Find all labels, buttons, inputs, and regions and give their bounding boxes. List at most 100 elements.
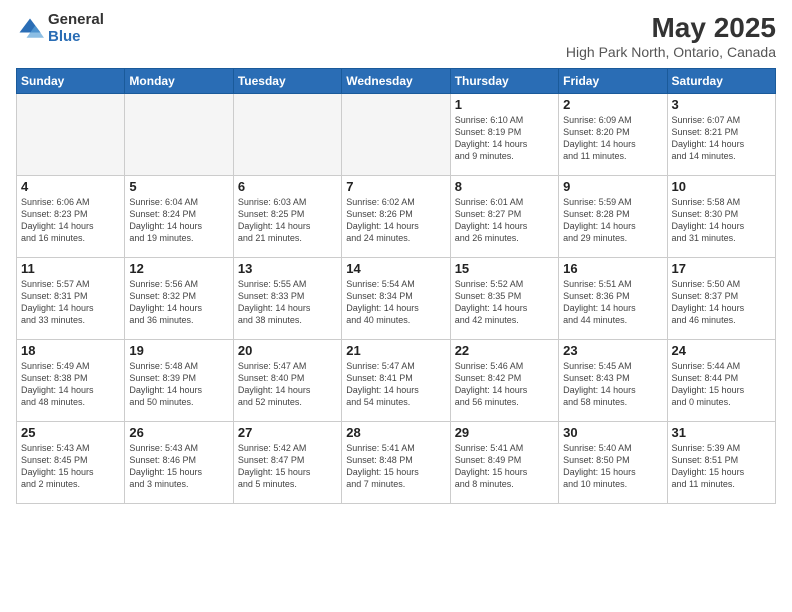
day-info: Sunrise: 5:52 AM Sunset: 8:35 PM Dayligh… — [455, 278, 554, 327]
table-row: 18 Sunrise: 5:49 AM Sunset: 8:38 PM Dayli… — [17, 340, 125, 422]
table-row: 16 Sunrise: 5:51 AM Sunset: 8:36 PM Dayli… — [559, 258, 667, 340]
logo-icon — [16, 15, 44, 43]
day-info: Sunrise: 5:48 AM Sunset: 8:39 PM Dayligh… — [129, 360, 228, 409]
table-row: 5 Sunrise: 6:04 AM Sunset: 8:24 PM Daylig… — [125, 176, 233, 258]
table-row — [125, 94, 233, 176]
day-number: 8 — [455, 179, 554, 194]
day-info: Sunrise: 6:04 AM Sunset: 8:24 PM Dayligh… — [129, 196, 228, 245]
day-number: 7 — [346, 179, 445, 194]
calendar-row: 25 Sunrise: 5:43 AM Sunset: 8:45 PM Dayli… — [17, 422, 776, 504]
table-row: 19 Sunrise: 5:48 AM Sunset: 8:39 PM Dayli… — [125, 340, 233, 422]
day-number: 21 — [346, 343, 445, 358]
day-number: 25 — [21, 425, 120, 440]
day-info: Sunrise: 6:02 AM Sunset: 8:26 PM Dayligh… — [346, 196, 445, 245]
day-number: 3 — [672, 97, 771, 112]
table-row: 22 Sunrise: 5:46 AM Sunset: 8:42 PM Dayli… — [450, 340, 558, 422]
table-row — [233, 94, 341, 176]
day-number: 4 — [21, 179, 120, 194]
table-row: 6 Sunrise: 6:03 AM Sunset: 8:25 PM Daylig… — [233, 176, 341, 258]
table-row: 10 Sunrise: 5:58 AM Sunset: 8:30 PM Dayli… — [667, 176, 775, 258]
title-block: May 2025 High Park North, Ontario, Canad… — [566, 12, 776, 60]
header-sunday: Sunday — [17, 69, 125, 94]
day-number: 27 — [238, 425, 337, 440]
day-info: Sunrise: 5:54 AM Sunset: 8:34 PM Dayligh… — [346, 278, 445, 327]
table-row: 26Sunrise: 5:43 AM Sunset: 8:46 PM Dayli… — [125, 422, 233, 504]
logo: General Blue — [16, 12, 104, 45]
logo-text: General Blue — [48, 12, 104, 45]
day-info: Sunrise: 5:41 AM Sunset: 8:48 PM Dayligh… — [346, 442, 445, 491]
table-row: 7 Sunrise: 6:02 AM Sunset: 8:26 PM Daylig… — [342, 176, 450, 258]
day-number: 30 — [563, 425, 662, 440]
day-info: Sunrise: 5:47 AM Sunset: 8:41 PM Dayligh… — [346, 360, 445, 409]
day-info: Sunrise: 5:51 AM Sunset: 8:36 PM Dayligh… — [563, 278, 662, 327]
day-info: Sunrise: 5:50 AM Sunset: 8:37 PM Dayligh… — [672, 278, 771, 327]
main-title: May 2025 — [566, 12, 776, 44]
day-info: Sunrise: 5:49 AM Sunset: 8:38 PM Dayligh… — [21, 360, 120, 409]
header-saturday: Saturday — [667, 69, 775, 94]
day-number: 28 — [346, 425, 445, 440]
day-info: Sunrise: 5:47 AM Sunset: 8:40 PM Dayligh… — [238, 360, 337, 409]
day-info: Sunrise: 5:43 AM Sunset: 8:46 PM Dayligh… — [129, 442, 228, 491]
table-row: 9 Sunrise: 5:59 AM Sunset: 8:28 PM Daylig… — [559, 176, 667, 258]
day-number: 6 — [238, 179, 337, 194]
day-number: 5 — [129, 179, 228, 194]
day-info: Sunrise: 5:40 AM Sunset: 8:50 PM Dayligh… — [563, 442, 662, 491]
day-number: 20 — [238, 343, 337, 358]
header-tuesday: Tuesday — [233, 69, 341, 94]
header-thursday: Thursday — [450, 69, 558, 94]
day-info: Sunrise: 5:42 AM Sunset: 8:47 PM Dayligh… — [238, 442, 337, 491]
table-row: 15 Sunrise: 5:52 AM Sunset: 8:35 PM Dayli… — [450, 258, 558, 340]
day-info: Sunrise: 5:45 AM Sunset: 8:43 PM Dayligh… — [563, 360, 662, 409]
calendar-row: 18 Sunrise: 5:49 AM Sunset: 8:38 PM Dayli… — [17, 340, 776, 422]
table-row: 25 Sunrise: 5:43 AM Sunset: 8:45 PM Dayli… — [17, 422, 125, 504]
page: General Blue May 2025 High Park North, O… — [0, 0, 792, 612]
day-number: 31 — [672, 425, 771, 440]
logo-general: General — [48, 12, 104, 29]
table-row: 24Sunrise: 5:44 AM Sunset: 8:44 PM Dayli… — [667, 340, 775, 422]
subtitle: High Park North, Ontario, Canada — [566, 44, 776, 60]
calendar-row: 11 Sunrise: 5:57 AM Sunset: 8:31 PM Dayli… — [17, 258, 776, 340]
table-row: 8 Sunrise: 6:01 AM Sunset: 8:27 PM Daylig… — [450, 176, 558, 258]
day-info: Sunrise: 5:59 AM Sunset: 8:28 PM Dayligh… — [563, 196, 662, 245]
header: General Blue May 2025 High Park North, O… — [16, 12, 776, 60]
day-info: Sunrise: 6:01 AM Sunset: 8:27 PM Dayligh… — [455, 196, 554, 245]
day-number: 19 — [129, 343, 228, 358]
day-info: Sunrise: 5:43 AM Sunset: 8:45 PM Dayligh… — [21, 442, 120, 491]
logo-blue: Blue — [48, 29, 104, 46]
day-number: 18 — [21, 343, 120, 358]
day-info: Sunrise: 5:39 AM Sunset: 8:51 PM Dayligh… — [672, 442, 771, 491]
day-number: 22 — [455, 343, 554, 358]
table-row — [342, 94, 450, 176]
table-row: 21 Sunrise: 5:47 AM Sunset: 8:41 PM Dayli… — [342, 340, 450, 422]
table-row: 1Sunrise: 6:10 AM Sunset: 8:19 PM Daylig… — [450, 94, 558, 176]
table-row: 27 Sunrise: 5:42 AM Sunset: 8:47 PM Dayli… — [233, 422, 341, 504]
day-number: 29 — [455, 425, 554, 440]
day-number: 15 — [455, 261, 554, 276]
table-row: 23 Sunrise: 5:45 AM Sunset: 8:43 PM Dayli… — [559, 340, 667, 422]
day-number: 9 — [563, 179, 662, 194]
day-number: 11 — [21, 261, 120, 276]
day-info: Sunrise: 5:58 AM Sunset: 8:30 PM Dayligh… — [672, 196, 771, 245]
day-info: Sunrise: 5:55 AM Sunset: 8:33 PM Dayligh… — [238, 278, 337, 327]
table-row: 30 Sunrise: 5:40 AM Sunset: 8:50 PM Dayli… — [559, 422, 667, 504]
table-row: 4Sunrise: 6:06 AM Sunset: 8:23 PM Daylig… — [17, 176, 125, 258]
calendar-row: 4Sunrise: 6:06 AM Sunset: 8:23 PM Daylig… — [17, 176, 776, 258]
day-info: Sunrise: 5:46 AM Sunset: 8:42 PM Dayligh… — [455, 360, 554, 409]
day-number: 10 — [672, 179, 771, 194]
day-number: 16 — [563, 261, 662, 276]
table-row: 17Sunrise: 5:50 AM Sunset: 8:37 PM Dayli… — [667, 258, 775, 340]
day-info: Sunrise: 6:09 AM Sunset: 8:20 PM Dayligh… — [563, 114, 662, 163]
day-info: Sunrise: 5:57 AM Sunset: 8:31 PM Dayligh… — [21, 278, 120, 327]
table-row: 29 Sunrise: 5:41 AM Sunset: 8:49 PM Dayli… — [450, 422, 558, 504]
calendar-row: 1Sunrise: 6:10 AM Sunset: 8:19 PM Daylig… — [17, 94, 776, 176]
table-row — [17, 94, 125, 176]
table-row: 31 Sunrise: 5:39 AM Sunset: 8:51 PM Dayli… — [667, 422, 775, 504]
day-number: 2 — [563, 97, 662, 112]
day-info: Sunrise: 6:03 AM Sunset: 8:25 PM Dayligh… — [238, 196, 337, 245]
day-number: 23 — [563, 343, 662, 358]
day-info: Sunrise: 5:41 AM Sunset: 8:49 PM Dayligh… — [455, 442, 554, 491]
weekday-header-row: Sunday Monday Tuesday Wednesday Thursday… — [17, 69, 776, 94]
table-row: 20 Sunrise: 5:47 AM Sunset: 8:40 PM Dayli… — [233, 340, 341, 422]
day-number: 12 — [129, 261, 228, 276]
table-row: 12Sunrise: 5:56 AM Sunset: 8:32 PM Dayli… — [125, 258, 233, 340]
